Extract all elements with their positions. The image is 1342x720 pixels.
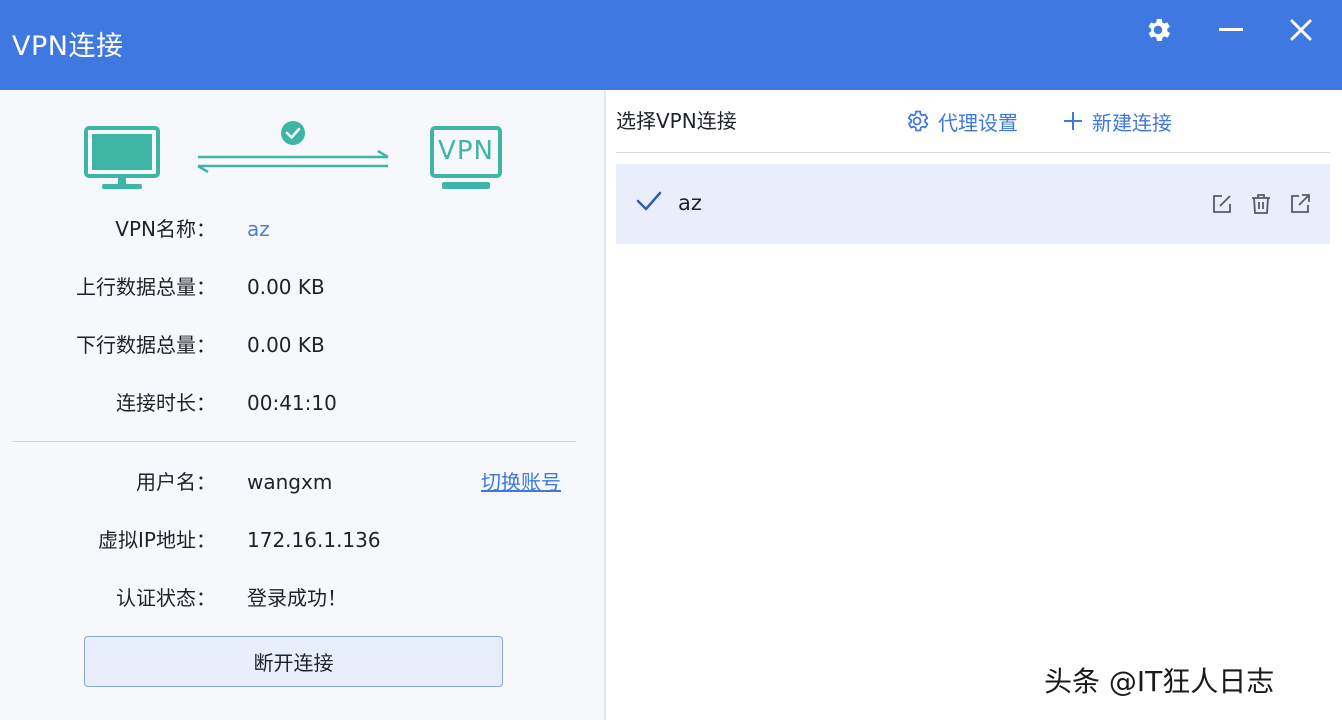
watermark-text: 头条 @IT狂人日志: [1044, 665, 1275, 698]
vpn-badge-text: VPN: [438, 136, 494, 166]
switch-account-link[interactable]: 切换账号: [481, 467, 561, 497]
computer-icon: [84, 126, 160, 189]
disconnect-button[interactable]: 断开连接: [84, 636, 503, 687]
proxy-settings-button[interactable]: 代理设置: [904, 106, 1018, 136]
auth-value: 登录成功！: [247, 586, 347, 610]
connection-name: az: [678, 191, 702, 215]
username-value: wangxm: [247, 470, 333, 494]
auth-row: 认证状态： 登录成功！: [0, 583, 604, 613]
gear-outline-icon: [907, 110, 929, 132]
vpn-name-label: VPN名称：: [115, 217, 216, 241]
select-vpn-title: 选择VPN连接: [616, 109, 737, 133]
window-title: VPN连接: [12, 31, 124, 62]
duration-row: 连接时长： 00:41:10: [0, 388, 604, 418]
check-icon: [636, 191, 662, 211]
download-value: 0.00 KB: [247, 333, 325, 357]
vpn-name-row: VPN名称： az: [0, 214, 604, 244]
download-row: 下行数据总量： 0.00 KB: [0, 330, 604, 360]
close-icon: [1290, 19, 1312, 41]
section-divider: [12, 441, 576, 442]
settings-button[interactable]: [1140, 12, 1176, 48]
ip-label: 虚拟IP地址：: [98, 528, 216, 552]
upload-label: 上行数据总量：: [76, 275, 216, 299]
vpn-server-icon: VPN: [430, 126, 502, 194]
upload-row: 上行数据总量： 0.00 KB: [0, 272, 604, 302]
minimize-icon: [1219, 28, 1243, 31]
connection-item[interactable]: az: [616, 164, 1330, 244]
ip-row: 虚拟IP地址： 172.16.1.136: [0, 525, 604, 555]
connection-arrows-icon: [197, 121, 389, 174]
close-button[interactable]: [1283, 12, 1319, 48]
export-icon[interactable]: [1288, 192, 1312, 216]
download-label: 下行数据总量：: [76, 333, 216, 357]
upload-value: 0.00 KB: [247, 275, 325, 299]
new-connection-label: 新建连接: [1092, 110, 1172, 135]
header-divider: [616, 152, 1330, 153]
proxy-settings-label: 代理设置: [938, 110, 1018, 135]
duration-label: 连接时长：: [116, 391, 216, 415]
edit-icon[interactable]: [1210, 192, 1234, 216]
ip-value: 172.16.1.136: [247, 528, 381, 552]
status-panel: VPN VPN名称： az 上行数据总量： 0.00 KB 下行数据总量： 0.…: [0, 90, 604, 720]
new-connection-button[interactable]: 新建连接: [1062, 106, 1172, 136]
auth-label: 认证状态：: [116, 586, 216, 610]
duration-value: 00:41:10: [247, 391, 337, 415]
gear-icon: [1148, 19, 1171, 41]
delete-icon[interactable]: [1249, 192, 1273, 216]
vpn-name-value: az: [247, 217, 270, 241]
title-bar: VPN连接: [0, 0, 1342, 90]
username-label: 用户名：: [136, 470, 216, 494]
connection-panel: 选择VPN连接 代理设置 新建连接 az: [606, 90, 1342, 720]
minimize-button[interactable]: [1213, 12, 1249, 48]
plus-icon: [1064, 112, 1082, 130]
